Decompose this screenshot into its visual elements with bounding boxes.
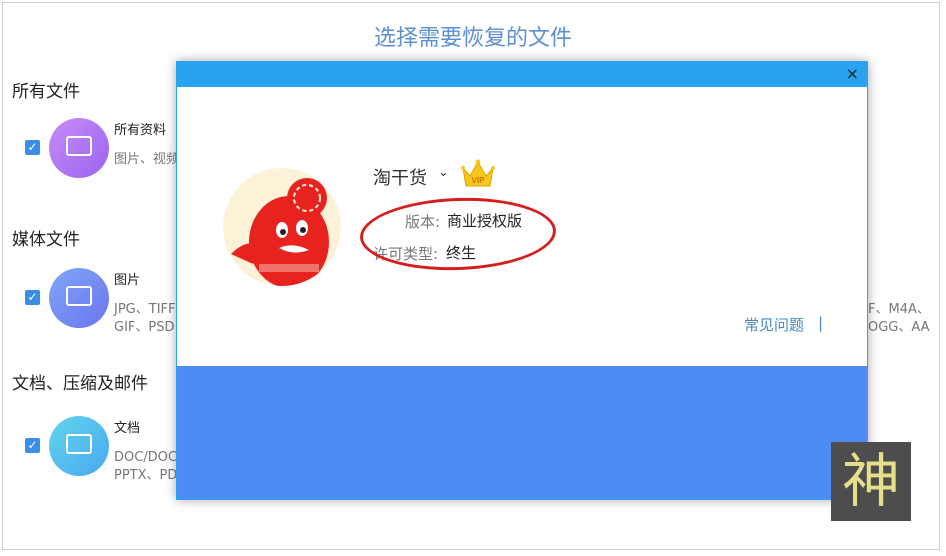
chevron-down-icon[interactable]: ⌄ — [438, 165, 449, 180]
close-icon[interactable]: × — [846, 63, 859, 85]
faq-link[interactable]: 常见问题 — [744, 314, 804, 335]
page-title: 选择需要恢复的文件 — [373, 26, 572, 51]
username[interactable]: 淘干货 — [373, 164, 427, 190]
dialog-footer — [177, 366, 867, 499]
category-name-images: 图片 — [114, 273, 141, 288]
section-title-all-files: 所有文件 — [12, 82, 80, 102]
section-title-media: 媒体文件 — [12, 230, 80, 250]
category-desc-images: JPG、TIFF GIF、PSD — [114, 302, 176, 335]
section-title-documents: 文档、压缩及邮件 — [12, 374, 148, 394]
checkbox-all-files[interactable]: ✓ — [25, 140, 40, 155]
account-dialog: × 淘干货 ⌄ VIP 版本: 商业授权版 许可类型: 终生 常见问题 | — [176, 61, 868, 500]
watermark-logo: 神 — [831, 442, 911, 521]
document-icon — [49, 416, 109, 476]
checkbox-images[interactable]: ✓ — [25, 290, 40, 305]
image-icon — [49, 268, 109, 328]
avatar — [223, 168, 341, 286]
checkbox-documents[interactable]: ✓ — [25, 438, 40, 453]
all-files-icon — [49, 118, 109, 178]
vip-label: VIP — [472, 176, 485, 185]
link-separator: | — [818, 314, 824, 332]
dialog-titlebar: × — [177, 62, 867, 87]
highlight-ellipse — [358, 194, 558, 274]
category-desc-audio-fragment: F、M4A、 OGG、AA — [868, 302, 930, 335]
vip-crown-icon: VIP — [461, 159, 495, 187]
category-name-all: 所有资料 — [114, 123, 167, 138]
category-desc-documents: DOC/DOC PPTX、PD — [114, 450, 178, 483]
category-desc-all: 图片、视频 — [114, 152, 180, 167]
category-name-documents: 文档 — [114, 421, 141, 436]
